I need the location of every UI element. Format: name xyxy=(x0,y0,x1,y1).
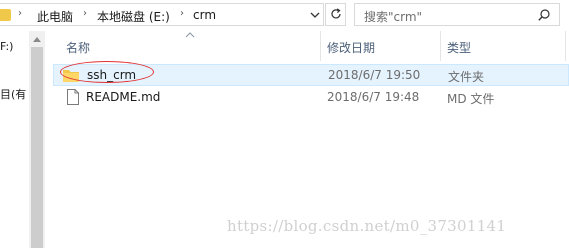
refresh-button[interactable] xyxy=(325,3,346,26)
file-type: MD 文件 xyxy=(447,92,495,106)
file-list: 名称 修改日期 类型 ssh_crm 2018/6/7 19:50 文件夹 RE… xyxy=(45,31,569,248)
file-type: 文件夹 xyxy=(448,70,485,84)
sort-ascending-icon xyxy=(185,32,195,38)
nav-item-project[interactable]: 目(有 xyxy=(0,86,30,102)
search-placeholder: 搜索"crm" xyxy=(364,10,423,24)
column-label-modified: 修改日期 xyxy=(327,41,376,55)
navigation-pane: F:) 目(有 xyxy=(0,31,45,248)
column-label-type: 类型 xyxy=(447,41,472,55)
refresh-icon xyxy=(331,8,341,19)
address-row: › 此电脑 › 本地磁盘 (E:) › crm 搜索"crm" xyxy=(0,0,569,31)
list-item[interactable]: README.md 2018/6/7 19:48 MD 文件 xyxy=(53,87,569,109)
file-modified: 2018/6/7 19:48 xyxy=(327,90,420,104)
column-label-name: 名称 xyxy=(66,41,91,55)
breadcrumb-this-pc[interactable]: 此电脑 xyxy=(37,8,73,25)
breadcrumb-drive-e[interactable]: 本地磁盘 (E:) xyxy=(97,8,170,25)
breadcrumb-separator[interactable]: › xyxy=(180,8,184,19)
nav-item-drive[interactable]: F:) xyxy=(0,40,30,53)
search-icon[interactable] xyxy=(537,8,551,22)
watermark: https://blog.csdn.net/m0_37301141 xyxy=(227,217,507,235)
chevron-down-icon[interactable] xyxy=(307,7,323,23)
file-modified: 2018/6/7 19:50 xyxy=(328,68,421,82)
folder-icon xyxy=(0,9,11,21)
search-input[interactable]: 搜索"crm" xyxy=(354,3,560,26)
breadcrumb-crm[interactable]: crm xyxy=(193,8,216,22)
breadcrumb-separator[interactable]: › xyxy=(83,8,87,19)
file-icon xyxy=(67,89,79,105)
address-bar[interactable]: › 此电脑 › 本地磁盘 (E:) › crm xyxy=(0,3,324,26)
column-header-modified[interactable]: 修改日期 xyxy=(321,31,441,61)
column-header-type[interactable]: 类型 xyxy=(441,31,561,61)
file-name: ssh_crm xyxy=(87,68,137,82)
column-divider[interactable] xyxy=(565,31,566,61)
folder-icon xyxy=(63,70,79,82)
file-name: README.md xyxy=(86,90,161,104)
breadcrumb-separator[interactable]: › xyxy=(18,8,22,19)
list-item[interactable]: ssh_crm 2018/6/7 19:50 文件夹 xyxy=(53,64,569,86)
scrollbar-thumb[interactable] xyxy=(31,47,43,248)
scroll-up-icon[interactable] xyxy=(33,37,41,42)
